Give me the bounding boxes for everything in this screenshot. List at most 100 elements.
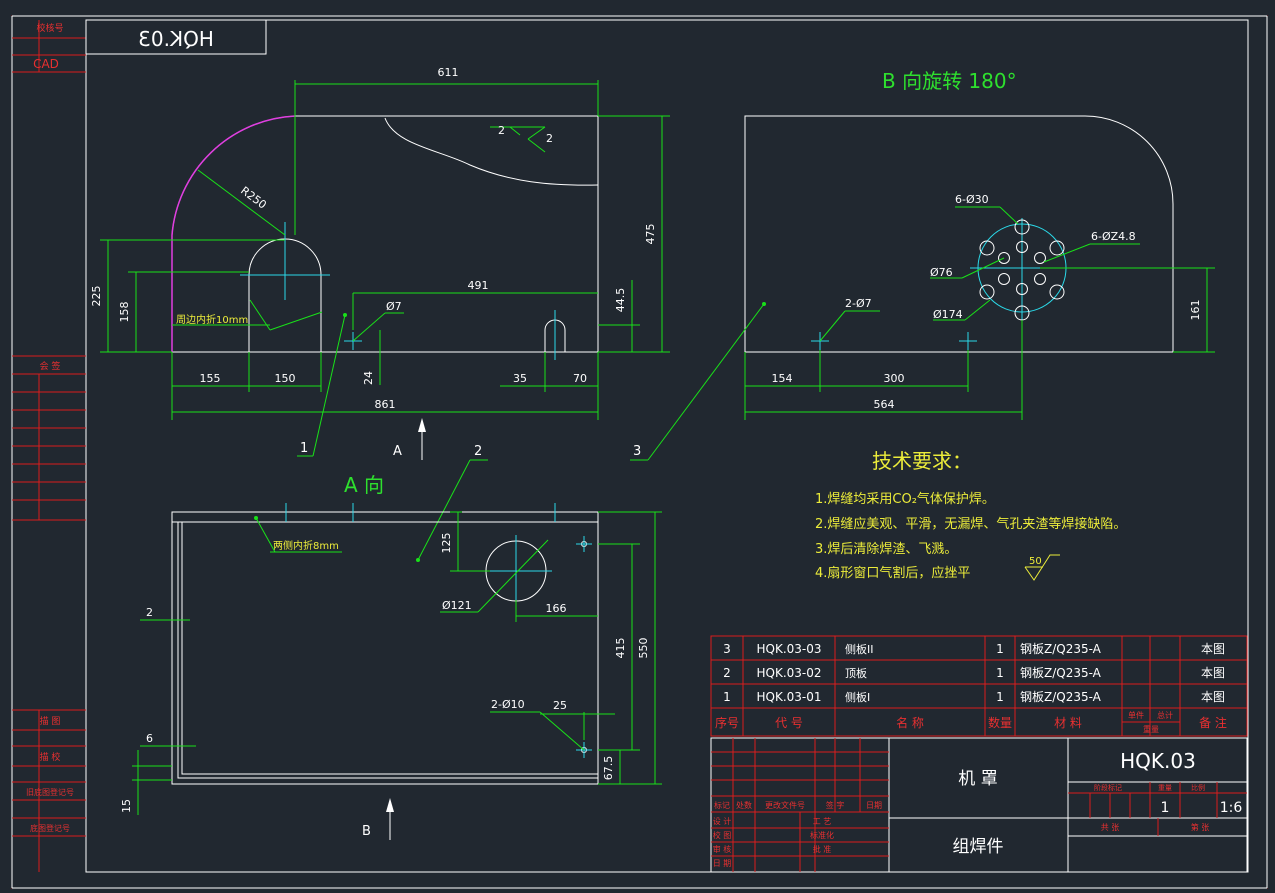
bom-row-1-qty: 1: [996, 690, 1004, 704]
dim-15: 15: [120, 799, 133, 813]
side-label-trace: 描 图: [40, 715, 61, 727]
bom-header-weight: 重量: [1143, 724, 1159, 734]
bom-header-total-weight: 总计: [1157, 710, 1173, 720]
bom-row-1-name: 侧板I: [845, 690, 870, 704]
tb-role-process: 工 艺: [813, 817, 832, 826]
side-label-old-reg: 旧底图登记号: [26, 787, 74, 797]
bom-row-2-name: 顶板: [845, 666, 867, 680]
view-a-title: A 向: [344, 473, 384, 497]
bom-row-1-material: 钢板Z/Q235-A: [1020, 690, 1102, 704]
dim-150: 150: [275, 372, 296, 385]
cad-drawing: 校核号 CAD 会 签 描 图 描 校 旧底图登记号 底图登记号 HQK.03 …: [0, 0, 1275, 893]
tech-line-2: 2.焊缝应美观、平滑，无漏焊、气孔夹渣等焊接缺陷。: [815, 516, 1126, 532]
tb-sheets-total: 共 张: [1101, 823, 1120, 832]
dim-475: 475: [644, 224, 657, 245]
dim-25: 25: [553, 699, 567, 712]
side-label-cad: CAD: [33, 57, 59, 71]
bom-row-2-no: 2: [723, 666, 731, 680]
dim-300: 300: [884, 372, 905, 385]
bom-row-2-material: 钢板Z/Q235-A: [1020, 666, 1102, 680]
dim-2: 2: [146, 606, 153, 619]
dim-6: 6: [146, 732, 153, 745]
dim-225: 225: [90, 286, 103, 307]
bom-header-material: 材 料: [1054, 716, 1082, 730]
tb-role-review: 审 核: [713, 844, 732, 854]
dim-2-phi10: 2-Ø10: [491, 698, 525, 711]
arrow-a-label: A: [393, 444, 402, 459]
dim-861: 861: [375, 398, 396, 411]
bom-row-2-qty: 1: [996, 666, 1004, 680]
dim-6-phi24-8: 6-ØZ4.8: [1091, 230, 1136, 243]
dim-phi7: Ø7: [386, 300, 402, 313]
bom-row-1-no: 1: [723, 690, 731, 704]
dim-491: 491: [468, 279, 489, 292]
bom-header-unit-weight: 单件: [1128, 710, 1144, 720]
bom-row-2-note: 本图: [1201, 666, 1225, 680]
dim-phi174: Ø174: [933, 308, 963, 321]
arrow-b-label: B: [362, 824, 371, 839]
dim-550: 550: [637, 638, 650, 659]
tb-rev-sign: 签 字: [826, 800, 845, 810]
bom-header-qty: 数量: [988, 715, 1012, 730]
tb-drawing-no: HQK.03: [1120, 749, 1196, 773]
dim-161: 161: [1189, 300, 1202, 321]
bom-row-2-code: HQK.03-02: [756, 666, 821, 680]
leader-2: 2: [474, 444, 482, 459]
dim-155: 155: [200, 372, 221, 385]
dim-158: 158: [118, 302, 131, 323]
tb-role-approve: 批 准: [813, 844, 832, 854]
dim-6-phi30: 6-Ø30: [955, 193, 989, 206]
dim-35: 35: [513, 372, 527, 385]
leader-1: 1: [300, 441, 308, 456]
bom-row-3-material: 钢板Z/Q235-A: [1020, 642, 1102, 656]
tb-sheet-no: 第 张: [1191, 822, 1210, 832]
dim-125: 125: [440, 533, 453, 554]
tb-role-std: 标准化: [810, 830, 834, 840]
bom-row-3-no: 3: [723, 642, 731, 656]
side-label-reg: 底图登记号: [30, 823, 70, 833]
title-box-top-text: HQK.03: [138, 27, 214, 51]
fold-note-a: 两侧内折8mm: [273, 539, 339, 552]
view-b-title: B 向旋转 180°: [882, 69, 1017, 93]
tb-role-check: 校 图: [713, 830, 732, 840]
fold-note-top: 周边内折10mm: [176, 313, 248, 326]
tb-scale: 1:6: [1220, 800, 1243, 816]
bom-row-3-code: HQK.03-03: [756, 642, 821, 656]
dim-phi76: Ø76: [930, 266, 953, 279]
tech-line-1: 1.焊缝均采用CO₂气体保护焊。: [815, 491, 995, 507]
dim-44-5: 44.5: [614, 288, 627, 313]
dim-phi121: Ø121: [442, 599, 472, 612]
tb-name-2: 组焊件: [953, 837, 1004, 857]
side-label-check: 校核号: [36, 22, 63, 34]
bom-row-3-name: 侧板II: [845, 642, 874, 656]
side-label-sign: 会 签: [40, 360, 61, 372]
tb-ratio: 比例: [1191, 783, 1205, 792]
tb-rev-count: 处数: [736, 800, 752, 810]
tech-line-4: 4.扇形窗口气割后，应挫平: [815, 565, 970, 581]
tech-heading: 技术要求：: [872, 449, 972, 473]
tb-rev-doc: 更改文件号: [765, 800, 805, 810]
bom-header-name: 名 称: [896, 715, 924, 730]
dim-154: 154: [772, 372, 793, 385]
dim-611: 611: [438, 66, 459, 79]
dim-415: 415: [614, 638, 627, 659]
dim-2-phi7: 2-Ø7: [845, 297, 872, 310]
weld-size-a: 2: [498, 124, 505, 137]
side-label-trace-check: 描 校: [40, 751, 61, 763]
weld-size-b: 2: [546, 132, 553, 145]
dim-564: 564: [874, 398, 895, 411]
bom-header-code: 代 号: [775, 716, 803, 730]
bom-header-note: 备 注: [1199, 715, 1227, 730]
tb-weight: 重量: [1158, 784, 1172, 792]
tb-name-1: 机 罩: [958, 769, 997, 789]
tech-line-3: 3.焊后清除焊渣、飞溅。: [815, 541, 957, 557]
bom-row-3-note: 本图: [1201, 642, 1225, 656]
dim-166: 166: [546, 602, 567, 615]
tb-role-date: 日 期: [713, 859, 732, 868]
dim-67-5: 67.5: [602, 756, 615, 781]
tb-rev-date: 日期: [866, 801, 882, 810]
roughness-value: 50: [1029, 556, 1042, 567]
bom-row-1-note: 本图: [1201, 690, 1225, 704]
tb-qty: 1: [1161, 800, 1170, 816]
tb-stage: 阶段标记: [1094, 783, 1122, 792]
